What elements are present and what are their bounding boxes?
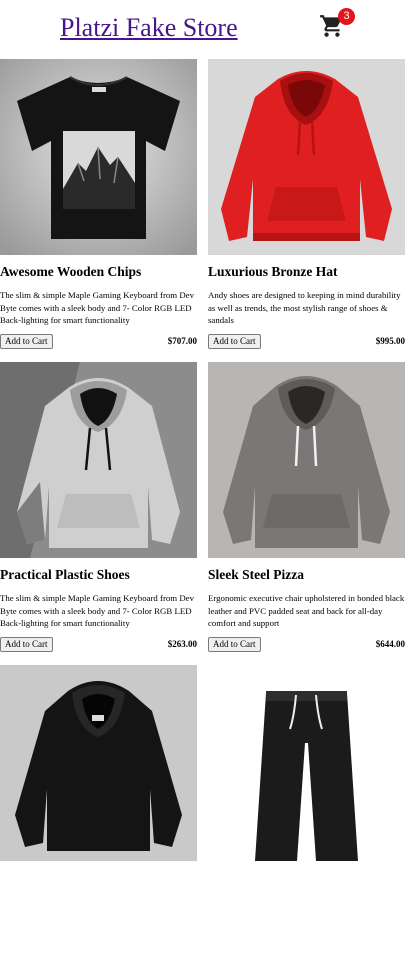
add-to-cart-button[interactable]: Add to Cart	[208, 637, 261, 652]
header: Platzi Fake Store 3	[0, 0, 405, 58]
product-footer: Add to Cart $995.00	[208, 334, 405, 349]
product-price: $707.00	[167, 336, 197, 346]
product-image	[208, 665, 405, 861]
product-card	[0, 665, 197, 960]
product-description: The slim & simple Maple Gaming Keyboard …	[0, 593, 194, 628]
product-image	[0, 362, 197, 558]
product-card: Practical Plastic Shoes The slim & simpl…	[0, 362, 197, 657]
product-image	[0, 59, 197, 255]
product-description: Andy shoes are designed to keeping in mi…	[208, 290, 401, 325]
product-footer: Add to Cart $263.00	[0, 637, 197, 652]
product-title: Practical Plastic Shoes	[0, 567, 130, 582]
cart-count-badge: 3	[338, 8, 355, 25]
product-title: Sleek Steel Pizza	[208, 567, 304, 582]
product-title: Awesome Wooden Chips	[0, 264, 142, 279]
product-image	[208, 362, 405, 558]
product-card: Sleek Steel Pizza Ergonomic executive ch…	[208, 362, 405, 657]
product-description: The slim & simple Maple Gaming Keyboard …	[0, 290, 194, 325]
store-brand-link[interactable]: Platzi Fake Store	[60, 12, 238, 44]
product-card	[208, 665, 405, 960]
product-price: $263.00	[167, 639, 197, 649]
product-image	[0, 665, 197, 861]
product-footer: Add to Cart $707.00	[0, 334, 197, 349]
product-price: $644.00	[375, 639, 405, 649]
product-description: Ergonomic executive chair upholstered in…	[208, 593, 405, 628]
add-to-cart-button[interactable]: Add to Cart	[0, 637, 53, 652]
add-to-cart-button[interactable]: Add to Cart	[208, 334, 261, 349]
product-title: Luxurious Bronze Hat	[208, 264, 338, 279]
add-to-cart-button[interactable]: Add to Cart	[0, 334, 53, 349]
product-grid: Awesome Wooden Chips The slim & simple M…	[0, 59, 405, 960]
product-price: $995.00	[375, 336, 405, 346]
product-footer: Add to Cart $644.00	[208, 637, 405, 652]
product-image	[208, 59, 405, 255]
product-card: Luxurious Bronze Hat Andy shoes are desi…	[208, 59, 405, 354]
product-card: Awesome Wooden Chips The slim & simple M…	[0, 59, 197, 354]
